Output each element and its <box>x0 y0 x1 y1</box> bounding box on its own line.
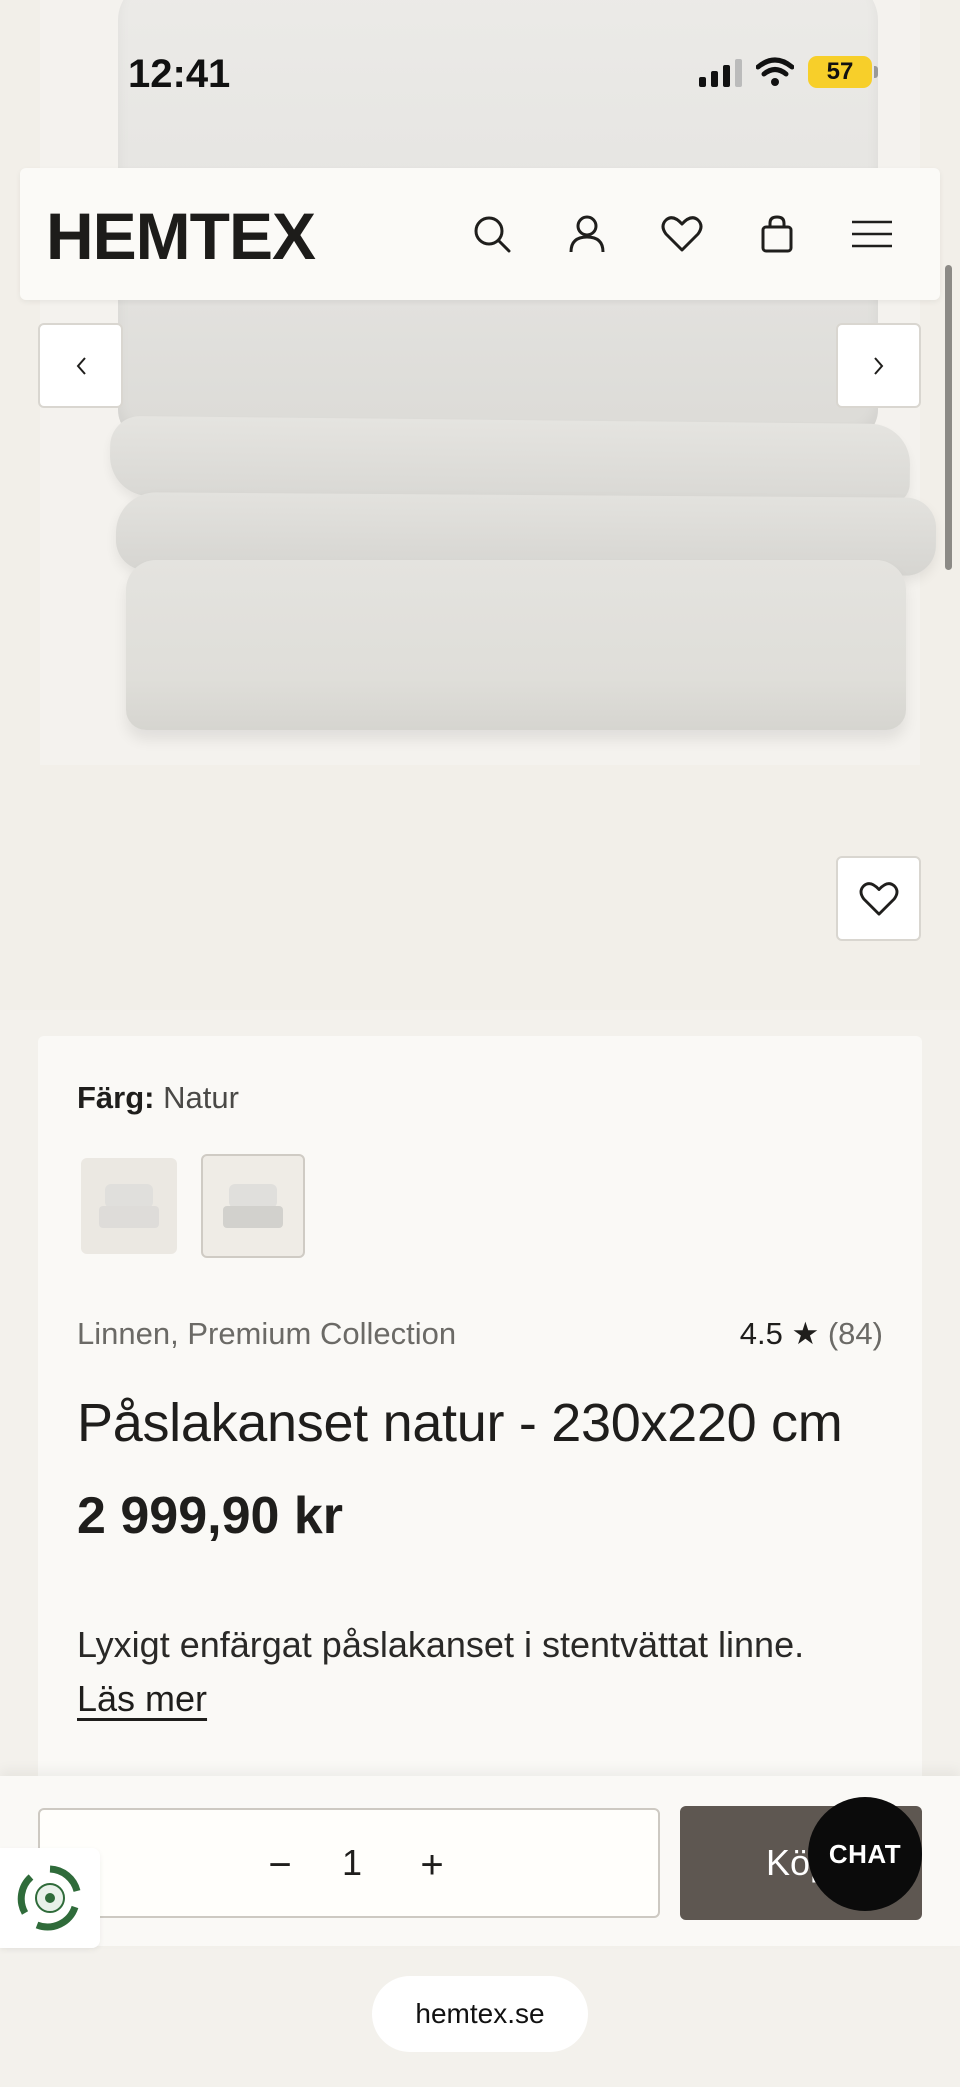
product-rating[interactable]: 4.5 ★ (84) <box>740 1316 883 1352</box>
status-time: 12:41 <box>128 52 231 96</box>
quantity-decrease-button[interactable]: − <box>252 1837 308 1893</box>
recycle-icon <box>17 1865 81 1931</box>
description-text: Lyxigt enfärgat påslakanset i stentvätta… <box>77 1624 805 1665</box>
product-collection[interactable]: Linnen, Premium Collection <box>77 1316 456 1352</box>
chevron-left-icon <box>76 356 86 375</box>
color-label: Färg: <box>77 1080 155 1115</box>
recycle-badge[interactable] <box>0 1848 100 1948</box>
search-icon[interactable] <box>462 204 522 264</box>
site-header: HEMTEX <box>20 168 940 300</box>
wifi-icon <box>756 57 794 86</box>
product-price: 2 999,90 kr <box>77 1487 344 1545</box>
duvet-fold-top <box>109 415 911 505</box>
hemtex-logo[interactable]: HEMTEX <box>46 198 316 274</box>
product-photo <box>40 0 937 765</box>
battery-icon: 57 <box>808 56 878 88</box>
signal-icon <box>699 57 742 87</box>
product-title: Påslakanset natur - 230x220 cm <box>77 1393 843 1453</box>
product-info-card: Färg: Natur Linnen, Premium Collection 4… <box>38 1036 922 1796</box>
product-image-carousel[interactable] <box>0 0 960 1010</box>
page-scrollbar[interactable] <box>945 265 952 570</box>
heart-icon <box>859 881 898 916</box>
quantity-increase-button[interactable]: + <box>404 1837 460 1893</box>
duvet-fold-base <box>126 560 906 730</box>
heart-icon[interactable] <box>652 204 712 264</box>
rating-count: (84) <box>827 1316 883 1351</box>
quantity-value: 1 <box>342 1842 363 1883</box>
color-swatch-natur[interactable] <box>201 1154 305 1258</box>
quantity-stepper[interactable]: − 1 + <box>38 1808 660 1918</box>
menu-icon[interactable] <box>842 204 902 264</box>
chat-button[interactable]: CHAT <box>808 1797 922 1911</box>
swatch-thumbnail <box>223 1184 283 1228</box>
product-description: Lyxigt enfärgat påslakanset i stentvätta… <box>77 1618 897 1726</box>
account-icon[interactable] <box>557 204 617 264</box>
swatch-thumbnail <box>99 1184 159 1228</box>
color-swatch-white[interactable] <box>81 1158 177 1254</box>
chevron-right-icon <box>873 356 883 375</box>
rating-value: 4.5 ★ <box>739 1316 820 1351</box>
color-selection-label: Färg: Natur <box>77 1080 239 1116</box>
carousel-prev-button[interactable] <box>38 323 123 408</box>
color-value: Natur <box>163 1080 239 1115</box>
bag-icon[interactable] <box>747 204 807 264</box>
status-icons: 57 <box>699 56 878 88</box>
carousel-next-button[interactable] <box>836 323 921 408</box>
read-more-link[interactable]: Läs mer <box>77 1678 207 1719</box>
browser-url-bar[interactable]: hemtex.se <box>372 1976 588 2052</box>
add-to-wishlist-button[interactable] <box>836 856 921 941</box>
